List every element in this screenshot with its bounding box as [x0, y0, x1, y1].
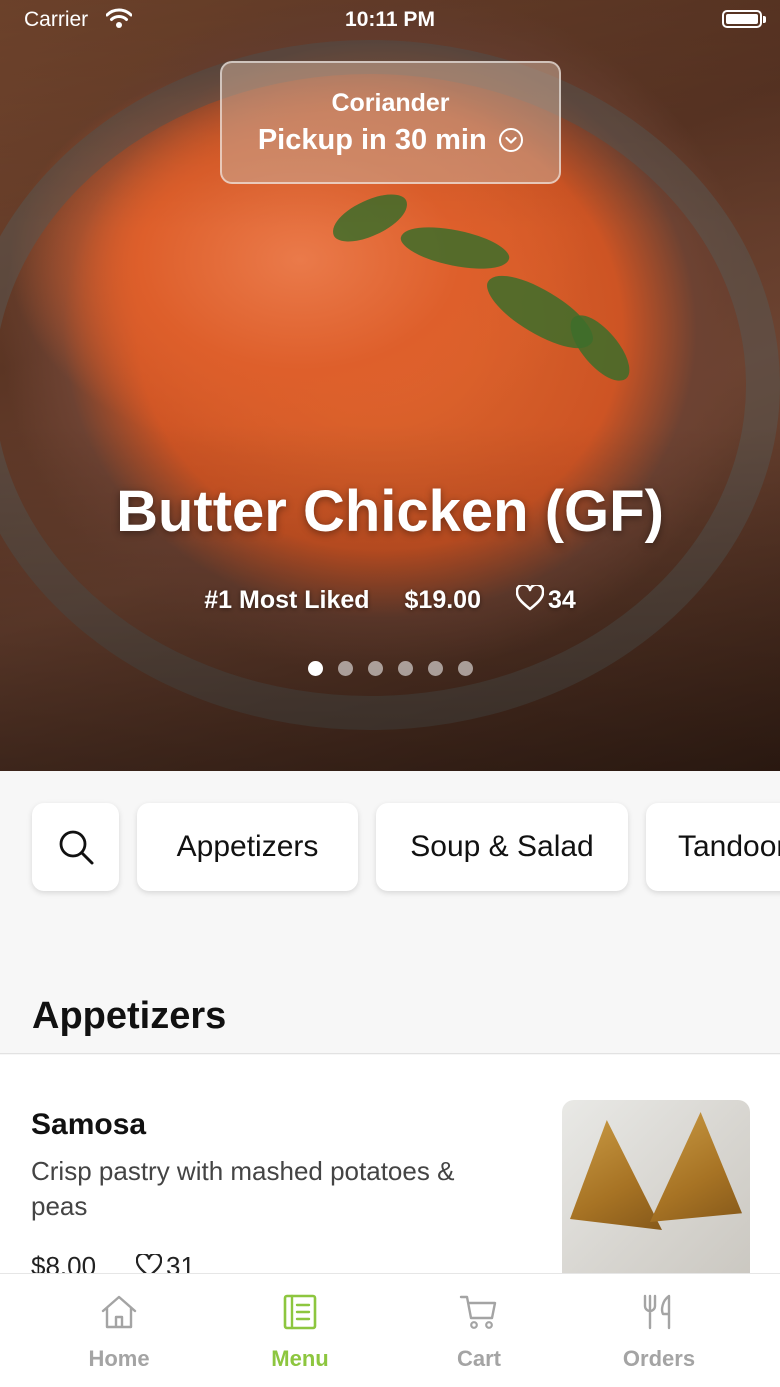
search-icon — [59, 830, 93, 865]
featured-dish-meta: #1 Most Liked $19.00 34 — [0, 583, 780, 615]
tab-label: Home — [88, 1346, 150, 1371]
carousel-dot[interactable] — [337, 661, 353, 676]
section-header: Appetizers — [0, 946, 780, 1054]
cart-icon — [459, 1295, 497, 1329]
carousel-dot[interactable] — [367, 661, 383, 676]
app-screen: Carrier 10:11 PM Coriander Pickup in 30 … — [0, 0, 780, 1387]
price-label: $19.00 — [404, 585, 481, 614]
carousel-dot[interactable] — [397, 661, 413, 676]
store-name: Coriander — [331, 89, 450, 117]
pickup-selector-button[interactable]: Coriander Pickup in 30 min — [220, 61, 561, 184]
search-button[interactable] — [32, 803, 119, 891]
category-chip-appetizers[interactable]: Appetizers — [137, 803, 358, 891]
tab-orders[interactable]: Orders — [569, 1274, 749, 1387]
tab-label: Orders — [622, 1346, 696, 1371]
orders-icon — [643, 1294, 671, 1330]
tab-bar: Home Menu Cart Orders — [0, 1273, 780, 1387]
category-chip-soup-salad[interactable]: Soup & Salad — [376, 803, 628, 891]
carousel-dot[interactable] — [307, 661, 323, 676]
home-icon — [101, 1295, 137, 1329]
carousel-dot[interactable] — [427, 661, 443, 676]
status-bar: Carrier 10:11 PM — [0, 0, 780, 40]
menu-icon — [283, 1294, 317, 1330]
carousel-dots — [0, 661, 780, 676]
category-bar: Appetizers Soup & Salad Tandoori — [0, 771, 780, 946]
section-title: Appetizers — [32, 995, 227, 1037]
likes-count: 34 — [515, 583, 576, 615]
item-photo — [562, 1100, 750, 1300]
featured-hero[interactable]: Carrier 10:11 PM Coriander Pickup in 30 … — [0, 0, 780, 771]
likes-value: 34 — [547, 586, 576, 615]
clock: 10:11 PM — [345, 8, 435, 31]
tab-menu[interactable]: Menu — [210, 1274, 390, 1387]
heart-icon — [515, 583, 545, 611]
menu-item-card[interactable]: Samosa Crisp pastry with mashed potatoes… — [0, 1055, 780, 1300]
battery-icon — [722, 10, 766, 28]
pickup-eta: Pickup in 30 min — [257, 124, 487, 156]
featured-dish-title: Butter Chicken (GF) — [116, 479, 664, 544]
item-description: Crisp pastry with mashed potatoes & peas — [31, 1156, 455, 1221]
chevron-down-icon — [499, 128, 524, 152]
rank-label: #1 Most Liked — [204, 585, 370, 614]
category-chip-tandoori[interactable]: Tandoori — [646, 803, 780, 891]
tab-cart[interactable]: Cart — [389, 1274, 569, 1387]
tab-home[interactable]: Home — [29, 1274, 209, 1387]
tab-label: Cart — [456, 1346, 501, 1371]
carousel-dot[interactable] — [457, 661, 473, 676]
tab-label: Menu — [271, 1346, 329, 1371]
item-name: Samosa — [31, 1108, 147, 1141]
